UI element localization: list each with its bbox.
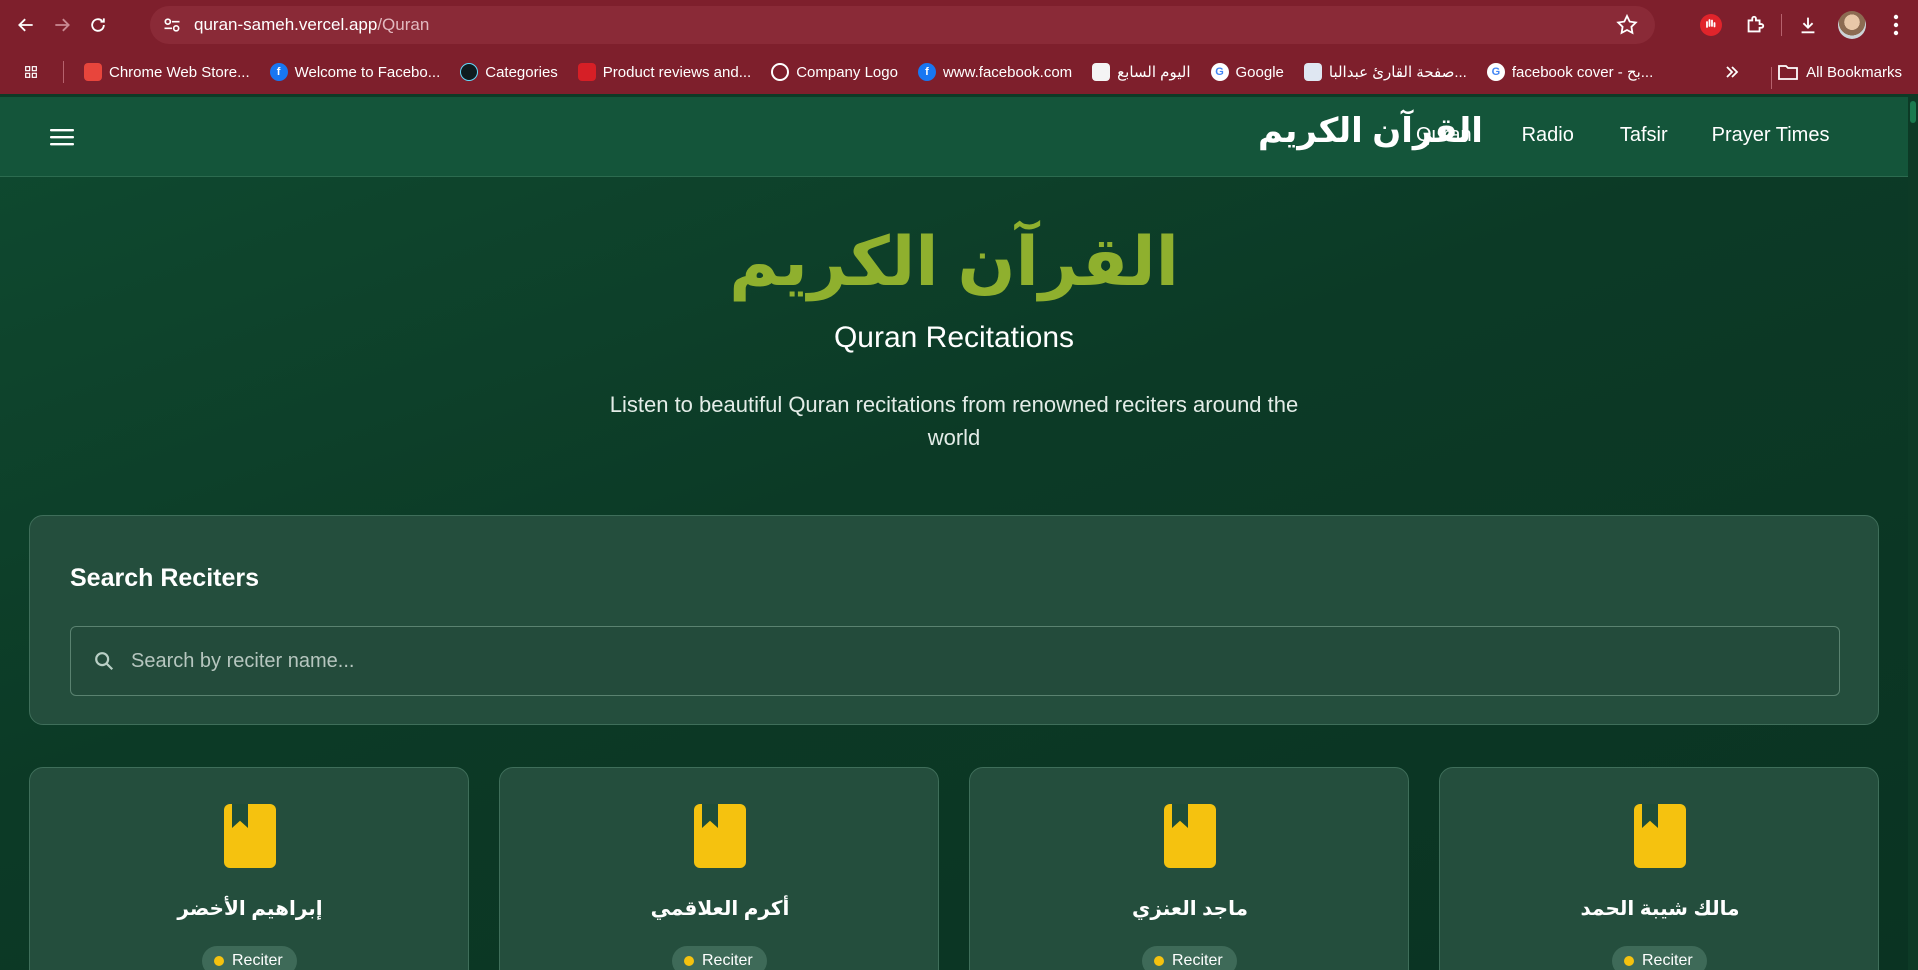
book-bookmark-icon [1164, 804, 1216, 868]
reciter-badge: Reciter [1142, 946, 1237, 970]
hamburger-icon [50, 129, 74, 146]
main-nav: Quran Radio Tafsir Prayer Times [1416, 124, 1873, 147]
nav-link-prayer-times[interactable]: Prayer Times [1712, 124, 1830, 147]
reciter-name: ماجد العنزي [1131, 898, 1248, 920]
extension-hand-icon[interactable] [1689, 3, 1733, 47]
back-button[interactable] [8, 7, 44, 43]
site-settings-icon[interactable] [154, 7, 190, 43]
reciter-badge: Reciter [202, 946, 297, 970]
bookmark-item[interactable]: Chrome Web Store... [74, 56, 260, 88]
extensions-puzzle-icon[interactable] [1733, 3, 1777, 47]
chrome-menu-icon[interactable] [1874, 3, 1918, 47]
reciter-badge: Reciter [1612, 946, 1707, 970]
download-icon[interactable] [1786, 3, 1830, 47]
person-icon [1154, 956, 1164, 966]
apps-grid-icon[interactable] [15, 56, 47, 88]
bookmark-label: Product reviews and... [602, 63, 752, 81]
search-title: Search Reciters [70, 564, 260, 592]
all-bookmarks-button[interactable]: All Bookmarks [1768, 56, 1912, 88]
page-viewport: القرآن الكريم Quran Radio Tafsir Prayer … [0, 97, 1908, 970]
page-scrollbar[interactable] [1908, 97, 1918, 970]
arrow-right-icon [55, 18, 70, 32]
bookmark-item[interactable]: f www.facebook.com [908, 56, 1082, 88]
bookmark-item[interactable]: f Welcome to Facebo... [260, 56, 451, 88]
hamburger-menu-button[interactable] [44, 119, 80, 155]
bookmark-item[interactable]: صفحة القارئ عبدالبا... [1294, 56, 1477, 88]
reload-button[interactable] [80, 7, 116, 43]
bookmarks-bar: Chrome Web Store... f Welcome to Facebo...… [0, 50, 1918, 94]
person-icon [1624, 956, 1634, 966]
youm7-icon [1092, 63, 1111, 81]
globe-icon [771, 63, 790, 81]
google-icon: G [1486, 63, 1505, 81]
browser-toolbar: quran-sameh.vercel.app/Quran [0, 0, 1918, 50]
site-header: القرآن الكريم Quran Radio Tafsir Prayer … [0, 97, 1908, 177]
bookmark-label: Categories [485, 63, 558, 81]
reload-icon [91, 18, 105, 32]
reciter-card[interactable]: إبراهيم الأخضر Reciter [29, 767, 469, 970]
bookmark-label: Company Logo [796, 63, 898, 81]
search-box[interactable] [70, 626, 1840, 696]
bookmark-label: اليوم السابع [1117, 64, 1191, 81]
address-bar[interactable]: quran-sameh.vercel.app/Quran [150, 6, 1655, 44]
chrome-web-store-icon [84, 63, 102, 81]
nav-link-quran[interactable]: Quran [1416, 124, 1472, 147]
folder-icon [1778, 65, 1799, 80]
reciter-card[interactable]: مالك شيبة الحمد Reciter [1439, 767, 1879, 970]
google-icon: G [1210, 63, 1229, 81]
book-bookmark-icon [1634, 804, 1686, 868]
bookmark-label: Google [1235, 63, 1284, 81]
red-square-icon [577, 63, 596, 81]
reciter-grid: إبراهيم الأخضر Reciter أكرم العلاقمي Rec… [29, 767, 1879, 970]
reciter-card[interactable]: ماجد العنزي Reciter [969, 767, 1409, 970]
reciter-name: مالك شيبة الحمد [1580, 898, 1740, 920]
nav-link-tafsir[interactable]: Tafsir [1620, 124, 1668, 147]
book-bookmark-icon [224, 804, 276, 868]
bookmark-label: Welcome to Facebo... [294, 63, 441, 81]
search-icon [89, 646, 119, 676]
bookmark-label: صفحة القارئ عبدالبا... [1328, 64, 1467, 81]
search-card: Search Reciters [29, 515, 1879, 725]
person-icon [214, 956, 224, 966]
more-bookmarks-chevron-icon[interactable] [1716, 56, 1748, 88]
bookmark-item[interactable]: G Google [1201, 56, 1294, 88]
bookmark-item[interactable]: Company Logo [761, 56, 908, 88]
bookmark-label: facebook cover - بح... [1511, 64, 1654, 81]
reciter-badge: Reciter [672, 946, 767, 970]
bookmark-label: www.facebook.com [942, 63, 1073, 81]
react-icon [460, 63, 479, 81]
all-bookmarks-label: All Bookmarks [1806, 63, 1902, 81]
reciter-page-icon [1303, 63, 1322, 81]
bookmark-item[interactable]: Product reviews and... [568, 56, 761, 88]
reciter-card[interactable]: أكرم العلاقمي Reciter [499, 767, 939, 970]
bookmark-item[interactable]: Categories [450, 56, 568, 88]
facebook-icon: f [917, 63, 936, 81]
bookmark-item[interactable]: Gfacebook cover - بح... [1477, 56, 1663, 88]
profile-avatar[interactable] [1830, 3, 1874, 47]
bookmark-star-icon[interactable] [1615, 13, 1639, 37]
person-icon [684, 956, 694, 966]
hero-description: Listen to beautiful Quran recitations fr… [609, 392, 1299, 450]
forward-button[interactable] [44, 7, 80, 43]
bookmark-item[interactable]: اليوم السابع [1082, 56, 1200, 88]
book-bookmark-icon [694, 804, 746, 868]
reciter-name: إبراهيم الأخضر [177, 898, 323, 920]
nav-link-radio[interactable]: Radio [1522, 124, 1574, 147]
arrow-left-icon [18, 18, 33, 32]
reciter-name: أكرم العلاقمي [650, 898, 790, 920]
search-input[interactable] [131, 649, 1731, 673]
hero-subtitle: Quran Recitations [833, 321, 1075, 354]
bookmark-label: Chrome Web Store... [109, 63, 250, 81]
hero-title: القرآن الكريم [729, 224, 1179, 300]
url-text: quran-sameh.vercel.app/Quran [194, 15, 430, 34]
facebook-icon: f [269, 63, 288, 81]
